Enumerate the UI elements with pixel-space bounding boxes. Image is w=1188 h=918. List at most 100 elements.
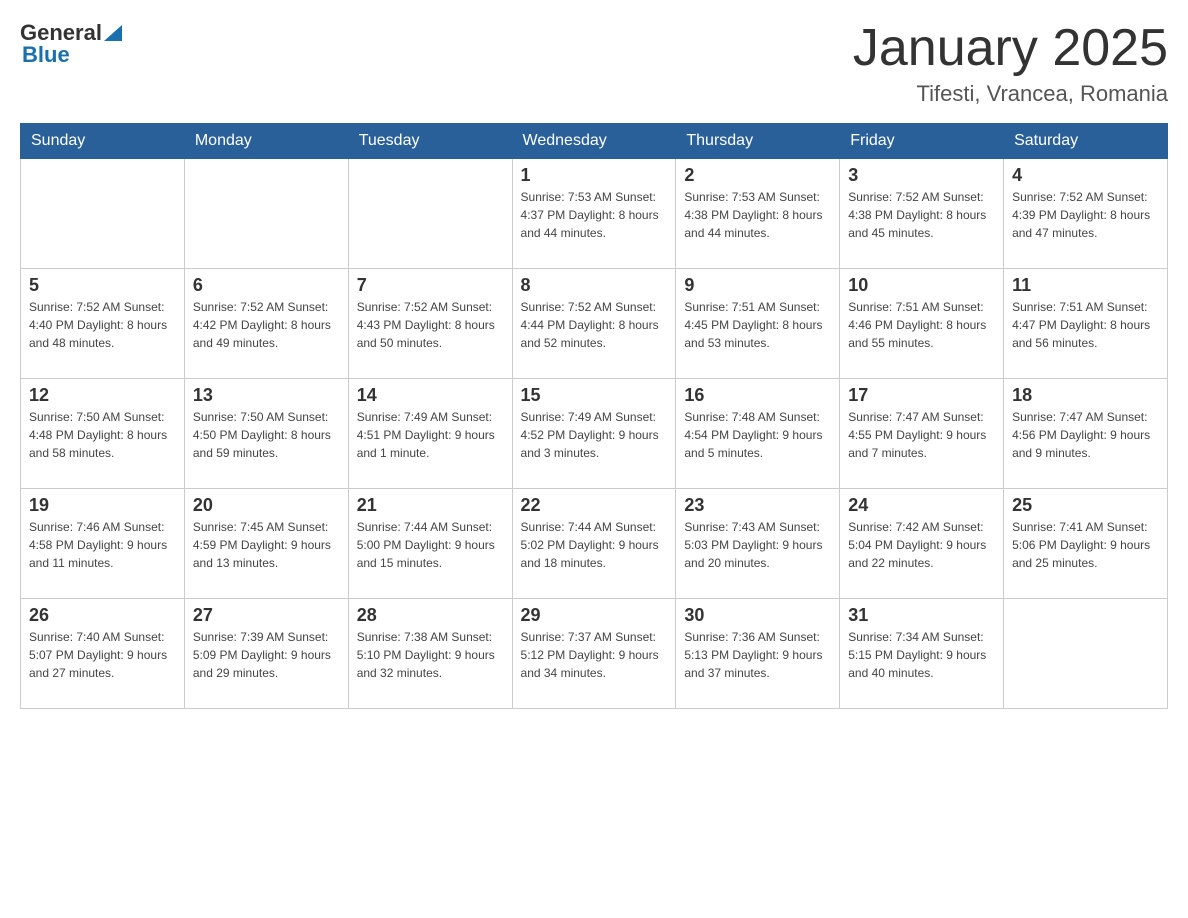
day-number: 22	[521, 495, 668, 516]
calendar-cell: 4Sunrise: 7:52 AM Sunset: 4:39 PM Daylig…	[1004, 159, 1168, 269]
day-number: 31	[848, 605, 995, 626]
week-row-3: 12Sunrise: 7:50 AM Sunset: 4:48 PM Dayli…	[21, 379, 1168, 489]
day-number: 30	[684, 605, 831, 626]
day-info: Sunrise: 7:52 AM Sunset: 4:42 PM Dayligh…	[193, 298, 340, 352]
logo-blue-text: Blue	[22, 42, 70, 68]
day-info: Sunrise: 7:51 AM Sunset: 4:46 PM Dayligh…	[848, 298, 995, 352]
day-number: 28	[357, 605, 504, 626]
day-info: Sunrise: 7:47 AM Sunset: 4:55 PM Dayligh…	[848, 408, 995, 462]
calendar-cell: 3Sunrise: 7:52 AM Sunset: 4:38 PM Daylig…	[840, 159, 1004, 269]
header-wednesday: Wednesday	[512, 124, 676, 159]
day-info: Sunrise: 7:50 AM Sunset: 4:50 PM Dayligh…	[193, 408, 340, 462]
calendar-cell: 16Sunrise: 7:48 AM Sunset: 4:54 PM Dayli…	[676, 379, 840, 489]
day-number: 23	[684, 495, 831, 516]
calendar-cell: 28Sunrise: 7:38 AM Sunset: 5:10 PM Dayli…	[348, 599, 512, 709]
calendar-cell	[348, 159, 512, 269]
calendar-cell: 8Sunrise: 7:52 AM Sunset: 4:44 PM Daylig…	[512, 269, 676, 379]
day-info: Sunrise: 7:45 AM Sunset: 4:59 PM Dayligh…	[193, 518, 340, 572]
day-info: Sunrise: 7:44 AM Sunset: 5:00 PM Dayligh…	[357, 518, 504, 572]
location-title: Tifesti, Vrancea, Romania	[853, 81, 1168, 107]
calendar-header-row: SundayMondayTuesdayWednesdayThursdayFrid…	[21, 124, 1168, 159]
day-number: 18	[1012, 385, 1159, 406]
calendar-cell: 19Sunrise: 7:46 AM Sunset: 4:58 PM Dayli…	[21, 489, 185, 599]
header-tuesday: Tuesday	[348, 124, 512, 159]
calendar-cell: 24Sunrise: 7:42 AM Sunset: 5:04 PM Dayli…	[840, 489, 1004, 599]
day-number: 4	[1012, 165, 1159, 186]
day-info: Sunrise: 7:46 AM Sunset: 4:58 PM Dayligh…	[29, 518, 176, 572]
calendar-cell	[184, 159, 348, 269]
day-info: Sunrise: 7:52 AM Sunset: 4:38 PM Dayligh…	[848, 188, 995, 242]
calendar-cell: 26Sunrise: 7:40 AM Sunset: 5:07 PM Dayli…	[21, 599, 185, 709]
calendar-cell: 13Sunrise: 7:50 AM Sunset: 4:50 PM Dayli…	[184, 379, 348, 489]
day-number: 21	[357, 495, 504, 516]
day-number: 20	[193, 495, 340, 516]
day-number: 8	[521, 275, 668, 296]
day-number: 27	[193, 605, 340, 626]
calendar-cell: 22Sunrise: 7:44 AM Sunset: 5:02 PM Dayli…	[512, 489, 676, 599]
day-info: Sunrise: 7:41 AM Sunset: 5:06 PM Dayligh…	[1012, 518, 1159, 572]
day-number: 19	[29, 495, 176, 516]
calendar-cell: 7Sunrise: 7:52 AM Sunset: 4:43 PM Daylig…	[348, 269, 512, 379]
day-info: Sunrise: 7:39 AM Sunset: 5:09 PM Dayligh…	[193, 628, 340, 682]
day-number: 16	[684, 385, 831, 406]
calendar-cell: 10Sunrise: 7:51 AM Sunset: 4:46 PM Dayli…	[840, 269, 1004, 379]
day-number: 3	[848, 165, 995, 186]
day-number: 11	[1012, 275, 1159, 296]
calendar-cell: 17Sunrise: 7:47 AM Sunset: 4:55 PM Dayli…	[840, 379, 1004, 489]
day-number: 6	[193, 275, 340, 296]
header-friday: Friday	[840, 124, 1004, 159]
day-number: 26	[29, 605, 176, 626]
day-info: Sunrise: 7:49 AM Sunset: 4:52 PM Dayligh…	[521, 408, 668, 462]
header-saturday: Saturday	[1004, 124, 1168, 159]
day-number: 17	[848, 385, 995, 406]
header-monday: Monday	[184, 124, 348, 159]
title-section: January 2025 Tifesti, Vrancea, Romania	[853, 20, 1168, 107]
week-row-4: 19Sunrise: 7:46 AM Sunset: 4:58 PM Dayli…	[21, 489, 1168, 599]
day-number: 13	[193, 385, 340, 406]
day-number: 15	[521, 385, 668, 406]
header-sunday: Sunday	[21, 124, 185, 159]
day-number: 24	[848, 495, 995, 516]
calendar-cell: 15Sunrise: 7:49 AM Sunset: 4:52 PM Dayli…	[512, 379, 676, 489]
header-thursday: Thursday	[676, 124, 840, 159]
week-row-1: 1Sunrise: 7:53 AM Sunset: 4:37 PM Daylig…	[21, 159, 1168, 269]
calendar-cell	[1004, 599, 1168, 709]
day-info: Sunrise: 7:47 AM Sunset: 4:56 PM Dayligh…	[1012, 408, 1159, 462]
month-title: January 2025	[853, 20, 1168, 77]
day-number: 5	[29, 275, 176, 296]
day-number: 25	[1012, 495, 1159, 516]
day-number: 7	[357, 275, 504, 296]
calendar-cell: 23Sunrise: 7:43 AM Sunset: 5:03 PM Dayli…	[676, 489, 840, 599]
logo-triangle-icon	[104, 23, 122, 41]
day-info: Sunrise: 7:53 AM Sunset: 4:38 PM Dayligh…	[684, 188, 831, 242]
calendar-cell: 9Sunrise: 7:51 AM Sunset: 4:45 PM Daylig…	[676, 269, 840, 379]
calendar-cell: 20Sunrise: 7:45 AM Sunset: 4:59 PM Dayli…	[184, 489, 348, 599]
calendar-cell: 1Sunrise: 7:53 AM Sunset: 4:37 PM Daylig…	[512, 159, 676, 269]
day-number: 12	[29, 385, 176, 406]
day-number: 2	[684, 165, 831, 186]
page-header: General Blue January 2025 Tifesti, Vranc…	[20, 20, 1168, 107]
week-row-2: 5Sunrise: 7:52 AM Sunset: 4:40 PM Daylig…	[21, 269, 1168, 379]
calendar-cell: 31Sunrise: 7:34 AM Sunset: 5:15 PM Dayli…	[840, 599, 1004, 709]
day-info: Sunrise: 7:53 AM Sunset: 4:37 PM Dayligh…	[521, 188, 668, 242]
logo: General Blue	[20, 20, 122, 68]
day-number: 1	[521, 165, 668, 186]
day-info: Sunrise: 7:52 AM Sunset: 4:44 PM Dayligh…	[521, 298, 668, 352]
calendar-cell: 18Sunrise: 7:47 AM Sunset: 4:56 PM Dayli…	[1004, 379, 1168, 489]
day-info: Sunrise: 7:49 AM Sunset: 4:51 PM Dayligh…	[357, 408, 504, 462]
calendar-cell: 30Sunrise: 7:36 AM Sunset: 5:13 PM Dayli…	[676, 599, 840, 709]
calendar-cell: 2Sunrise: 7:53 AM Sunset: 4:38 PM Daylig…	[676, 159, 840, 269]
week-row-5: 26Sunrise: 7:40 AM Sunset: 5:07 PM Dayli…	[21, 599, 1168, 709]
calendar-cell: 5Sunrise: 7:52 AM Sunset: 4:40 PM Daylig…	[21, 269, 185, 379]
day-number: 9	[684, 275, 831, 296]
calendar-cell: 14Sunrise: 7:49 AM Sunset: 4:51 PM Dayli…	[348, 379, 512, 489]
calendar-cell	[21, 159, 185, 269]
day-number: 10	[848, 275, 995, 296]
day-info: Sunrise: 7:44 AM Sunset: 5:02 PM Dayligh…	[521, 518, 668, 572]
day-info: Sunrise: 7:50 AM Sunset: 4:48 PM Dayligh…	[29, 408, 176, 462]
day-info: Sunrise: 7:36 AM Sunset: 5:13 PM Dayligh…	[684, 628, 831, 682]
day-info: Sunrise: 7:48 AM Sunset: 4:54 PM Dayligh…	[684, 408, 831, 462]
day-number: 29	[521, 605, 668, 626]
day-info: Sunrise: 7:34 AM Sunset: 5:15 PM Dayligh…	[848, 628, 995, 682]
calendar-cell: 11Sunrise: 7:51 AM Sunset: 4:47 PM Dayli…	[1004, 269, 1168, 379]
